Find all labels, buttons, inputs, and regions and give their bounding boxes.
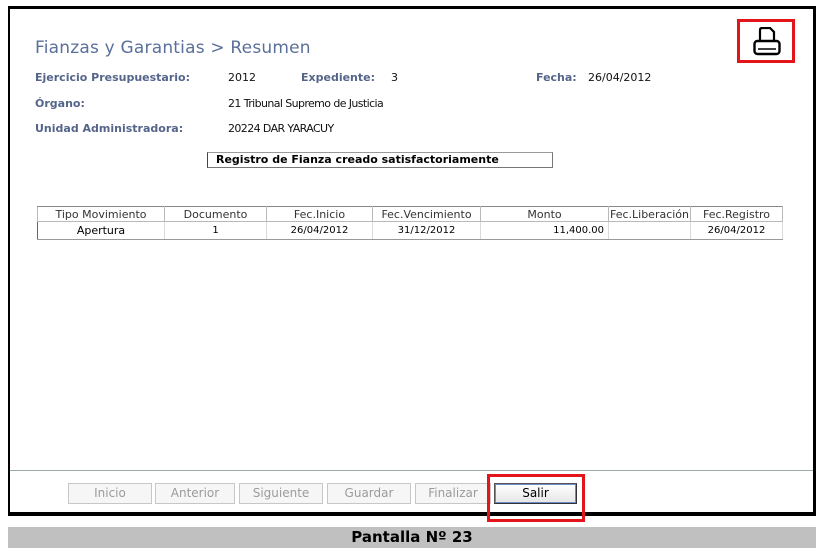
- cell-fec-inicio: 26/04/2012: [266, 221, 373, 240]
- main-window: Fianzas y Garantias > Resumen Ejercicio …: [8, 6, 816, 516]
- cell-fec-liberacion: [608, 221, 691, 240]
- col-documento[interactable]: Documento: [164, 206, 267, 222]
- col-fec-liberacion[interactable]: Fec.Liberación: [608, 206, 691, 222]
- cell-fec-vencimiento: 31/12/2012: [372, 221, 481, 240]
- cell-fec-registro: 26/04/2012: [690, 221, 783, 240]
- table-header-row: Tipo Movimiento Documento Fec.Inicio Fec…: [37, 206, 783, 222]
- print-button[interactable]: [737, 19, 795, 63]
- col-fec-inicio[interactable]: Fec.Inicio: [266, 206, 373, 222]
- salir-highlight: [487, 474, 585, 522]
- col-fec-vencimiento[interactable]: Fec.Vencimiento: [372, 206, 481, 222]
- finalizar-button[interactable]: Finalizar: [415, 483, 491, 504]
- fecha-value: 26/04/2012: [588, 71, 652, 84]
- organo-label: Órgano:: [35, 97, 85, 110]
- button-bar-divider: [10, 470, 813, 471]
- printer-icon: [753, 27, 781, 56]
- screen-caption: Pantalla Nº 23: [8, 527, 816, 548]
- fecha-label: Fecha:: [536, 71, 577, 84]
- ejercicio-value: 2012: [228, 71, 256, 84]
- status-message: Registro de Fianza creado satisfactoriam…: [207, 152, 553, 168]
- anterior-button[interactable]: Anterior: [155, 483, 235, 504]
- cell-documento: 1: [164, 221, 267, 240]
- cell-monto: 11,400.00: [480, 221, 609, 240]
- col-monto[interactable]: Monto: [480, 206, 609, 222]
- cell-tipo-movimiento: Apertura: [37, 221, 165, 240]
- inicio-button[interactable]: Inicio: [68, 483, 152, 504]
- organo-value: 21 Tribunal Supremo de Justicia: [228, 97, 384, 110]
- page-title: Fianzas y Garantias > Resumen: [35, 38, 311, 58]
- col-tipo-movimiento[interactable]: Tipo Movimiento: [37, 206, 165, 222]
- expediente-value: 3: [391, 71, 398, 84]
- unidad-label: Unidad Administradora:: [35, 122, 184, 135]
- unidad-value: 20224 DAR YARACUY: [228, 122, 334, 135]
- movements-table: Tipo Movimiento Documento Fec.Inicio Fec…: [37, 206, 783, 240]
- guardar-button[interactable]: Guardar: [327, 483, 411, 504]
- siguiente-button[interactable]: Siguiente: [239, 483, 323, 504]
- col-fec-registro[interactable]: Fec.Registro: [690, 206, 783, 222]
- table-row[interactable]: Apertura 1 26/04/2012 31/12/2012 11,400.…: [37, 221, 783, 240]
- ejercicio-label: Ejercicio Presupuestario:: [35, 71, 191, 84]
- expediente-label: Expediente:: [301, 71, 375, 84]
